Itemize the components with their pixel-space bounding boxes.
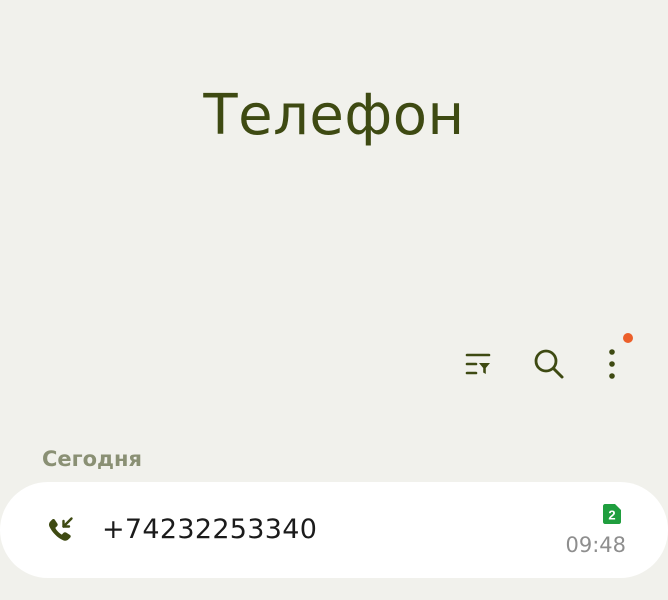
filter-list-icon	[465, 353, 491, 375]
notification-dot	[623, 333, 633, 343]
filter-button[interactable]	[458, 344, 498, 384]
search-button[interactable]	[529, 344, 569, 384]
incoming-call-icon	[49, 517, 73, 541]
search-icon	[534, 349, 564, 379]
call-number: +74232253340	[102, 514, 318, 545]
page-title: Телефон	[203, 83, 465, 148]
call-time: 09:48	[565, 533, 626, 557]
sim-number: 2	[608, 508, 615, 523]
more-options-button[interactable]	[592, 344, 632, 384]
call-log-item[interactable]: +74232253340 2 09:48	[0, 482, 668, 578]
section-header-today: Сегодня	[42, 447, 143, 471]
sim-2-icon: 2	[603, 504, 621, 524]
more-vertical-icon	[609, 349, 615, 379]
